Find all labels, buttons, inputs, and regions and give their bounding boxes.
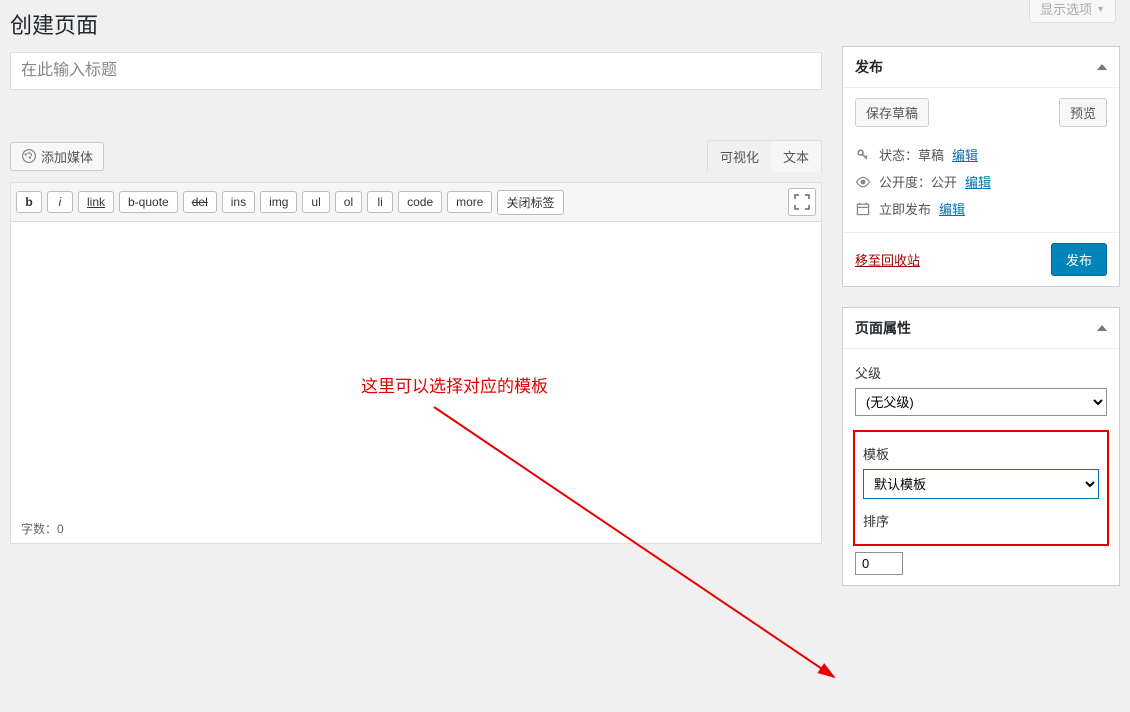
toolbar-code-button[interactable]: code <box>398 191 442 213</box>
word-count-label: 字数： <box>21 522 57 536</box>
status-row: 状态：草稿 编辑 <box>855 141 1107 168</box>
save-draft-button[interactable]: 保存草稿 <box>855 98 929 127</box>
toolbar-del-button[interactable]: del <box>183 191 217 213</box>
order-input[interactable] <box>855 552 903 575</box>
screen-options-label: 显示选项 <box>1040 0 1092 18</box>
publish-box-header[interactable]: 发布 <box>843 47 1119 88</box>
template-label: 模板 <box>863 444 1099 463</box>
key-icon <box>855 147 871 163</box>
preview-button[interactable]: 预览 <box>1059 98 1107 127</box>
page-attributes-box: 页面属性 父级 (无父级) 模板 默认模板 排序 <box>842 307 1120 586</box>
word-count: 字数：0 <box>21 520 64 537</box>
visibility-row: 公开度：公开 编辑 <box>855 168 1107 195</box>
schedule-edit-link[interactable]: 编辑 <box>939 199 965 218</box>
page-attributes-header[interactable]: 页面属性 <box>843 308 1119 349</box>
calendar-icon <box>855 201 871 217</box>
annotation-text: 这里可以选择对应的模板 <box>361 372 548 397</box>
toolbar-li-button[interactable]: li <box>367 191 393 213</box>
annotation-arrow <box>429 402 849 712</box>
post-title-input[interactable] <box>10 52 822 90</box>
toolbar-link-button[interactable]: link <box>78 191 114 213</box>
fullscreen-icon <box>794 194 810 210</box>
tab-visual[interactable]: 可视化 <box>708 141 771 172</box>
publish-box-title: 发布 <box>855 57 883 77</box>
editor-tab-switch: 可视化 文本 <box>707 140 822 172</box>
editor-textarea[interactable]: 这里可以选择对应的模板 字数：0 <box>10 222 822 544</box>
template-select[interactable]: 默认模板 <box>863 469 1099 499</box>
word-count-value: 0 <box>57 522 64 536</box>
toolbar-more-button[interactable]: more <box>447 191 492 213</box>
collapse-icon <box>1097 325 1107 331</box>
toolbar-italic-button[interactable]: i <box>47 191 73 213</box>
parent-label: 父级 <box>855 363 1107 382</box>
add-media-button[interactable]: 添加媒体 <box>10 142 104 171</box>
template-highlight-box: 模板 默认模板 排序 <box>853 430 1109 546</box>
toolbar-ul-button[interactable]: ul <box>302 191 329 213</box>
schedule-row: 立即发布 编辑 <box>855 195 1107 222</box>
publish-box: 发布 保存草稿 预览 状态：草稿 编辑 公开度：公开 编辑 <box>842 46 1120 287</box>
status-edit-link[interactable]: 编辑 <box>952 145 978 164</box>
add-media-label: 添加媒体 <box>41 147 93 166</box>
move-to-trash-link[interactable]: 移至回收站 <box>855 250 920 269</box>
editor-toolbar: b i link b-quote del ins img ul ol li co… <box>10 182 822 222</box>
media-icon <box>21 148 37 164</box>
visibility-edit-link[interactable]: 编辑 <box>965 172 991 191</box>
screen-options-button[interactable]: 显示选项 ▼ <box>1029 0 1116 23</box>
publish-button[interactable]: 发布 <box>1051 243 1107 276</box>
parent-select[interactable]: (无父级) <box>855 388 1107 416</box>
page-title: 创建页面 <box>10 0 822 52</box>
order-label: 排序 <box>863 511 1099 530</box>
toolbar-bquote-button[interactable]: b-quote <box>119 191 178 213</box>
page-attributes-title: 页面属性 <box>855 318 911 338</box>
fullscreen-button[interactable] <box>788 188 816 216</box>
eye-icon <box>855 174 871 190</box>
toolbar-closetags-button[interactable]: 关闭标签 <box>497 190 563 215</box>
toolbar-ol-button[interactable]: ol <box>335 191 362 213</box>
tab-text[interactable]: 文本 <box>771 141 821 172</box>
toolbar-bold-button[interactable]: b <box>16 191 42 213</box>
toolbar-ins-button[interactable]: ins <box>222 191 255 213</box>
collapse-icon <box>1097 64 1107 70</box>
chevron-down-icon: ▼ <box>1096 4 1105 14</box>
toolbar-img-button[interactable]: img <box>260 191 297 213</box>
